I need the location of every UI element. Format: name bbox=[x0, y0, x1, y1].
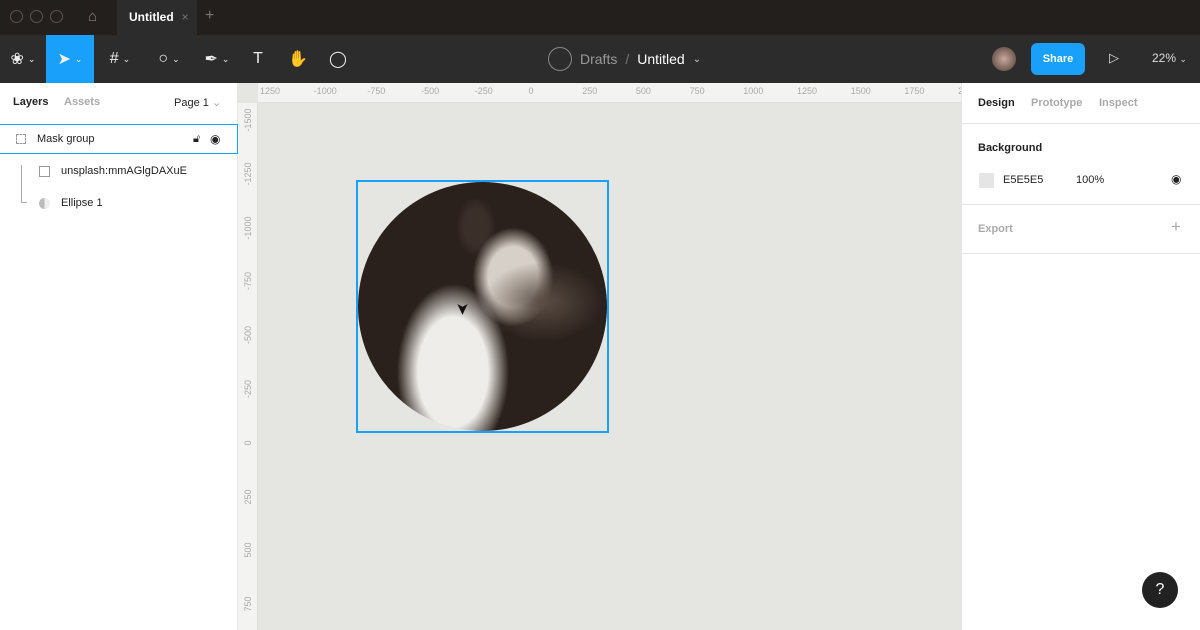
frame-icon: # bbox=[109, 50, 119, 67]
canvas[interactable]: 1250 -1000 -750 -500 -250 0 250 500 750 1000 1250 1… bbox=[238, 83, 963, 630]
maximize-window-button[interactable] bbox=[50, 10, 63, 23]
layer-ellipse[interactable]: Ellipse 1 bbox=[0, 188, 238, 218]
new-tab-icon[interactable]: + bbox=[205, 7, 214, 25]
layer-name: Ellipse 1 bbox=[61, 197, 103, 209]
minimize-window-button[interactable] bbox=[30, 10, 43, 23]
export-heading: Export bbox=[978, 223, 1013, 235]
help-button[interactable]: ? bbox=[1142, 572, 1178, 608]
file-name[interactable]: Untitled bbox=[637, 51, 684, 67]
file-tab[interactable]: Untitled × bbox=[117, 0, 197, 35]
unlock-icon[interactable]: 🔓︎ bbox=[193, 133, 200, 146]
layer-mask-group[interactable]: Mask group 🔓︎ ◉ bbox=[0, 124, 238, 154]
chevron-down-icon[interactable]: ⌄ bbox=[693, 54, 701, 65]
cursor-icon: ➤ bbox=[57, 51, 71, 68]
page-label: Page 1 bbox=[174, 97, 209, 109]
ruler-tick-label: -250 bbox=[474, 86, 493, 96]
add-export-icon[interactable]: + bbox=[1171, 217, 1181, 237]
ruler-tick-label: 500 bbox=[243, 542, 253, 558]
page-selector[interactable]: Page 1 ⌄ bbox=[174, 96, 221, 109]
title-bar: ⌂ Untitled × + bbox=[0, 0, 1200, 35]
tab-layers[interactable]: Layers bbox=[13, 96, 48, 108]
ruler-tick-label: 1250 bbox=[797, 86, 818, 96]
design-panel: Design Prototype Inspect Background E5E5… bbox=[961, 83, 1200, 630]
comment-tool-button[interactable]: ◯ bbox=[324, 35, 352, 83]
ellipse-icon: ○ bbox=[158, 50, 169, 67]
toolbar: ❀ ⌄ ➤ ⌄ # ⌄ ○ ⌄ ✒ ⌄ T ✋ ◯ Drafts / Untitled ⌄… bbox=[0, 35, 1200, 83]
close-tab-icon[interactable]: × bbox=[182, 10, 189, 24]
text-tool-button[interactable]: T bbox=[244, 35, 272, 83]
bg-opacity-input[interactable]: 100% bbox=[1076, 174, 1104, 186]
tab-assets[interactable]: Assets bbox=[64, 96, 100, 108]
mouse-cursor-icon: ➤ bbox=[454, 302, 472, 316]
zoom-level: 22% bbox=[1152, 51, 1177, 65]
bg-hex-input[interactable]: E5E5E5 bbox=[1003, 174, 1043, 186]
bg-color-swatch[interactable] bbox=[979, 173, 994, 188]
eye-icon[interactable]: ◉ bbox=[210, 132, 220, 146]
team-avatar-icon bbox=[548, 47, 572, 71]
ruler-tick-label: -1500 bbox=[243, 108, 253, 132]
shape-tool-button[interactable]: ○ ⌄ bbox=[148, 35, 190, 83]
home-icon[interactable]: ⌂ bbox=[88, 8, 97, 25]
hand-tool-button[interactable]: ✋ bbox=[284, 35, 312, 83]
tab-prototype[interactable]: Prototype bbox=[1031, 97, 1082, 109]
text-icon: T bbox=[253, 50, 263, 67]
figma-logo-icon: ❀ bbox=[10, 51, 24, 68]
ruler-tick-label: -1000 bbox=[243, 216, 253, 240]
ruler-tick-label: 1000 bbox=[743, 86, 764, 96]
mask-group-icon bbox=[16, 134, 26, 144]
ruler-tick-label: 0 bbox=[243, 440, 253, 446]
ruler-tick-label: 250 bbox=[243, 489, 253, 505]
ruler-tick-label: 750 bbox=[689, 86, 705, 96]
close-window-button[interactable] bbox=[10, 10, 23, 23]
zoom-menu[interactable]: 22% ⌄ bbox=[1152, 51, 1187, 65]
breadcrumb-drafts[interactable]: Drafts bbox=[580, 51, 617, 67]
present-play-icon[interactable]: ▷ bbox=[1109, 50, 1119, 66]
cat-photo-mask[interactable] bbox=[358, 182, 607, 431]
pen-tool-button[interactable]: ✒ ⌄ bbox=[196, 35, 238, 83]
user-avatar[interactable] bbox=[992, 47, 1016, 71]
ruler-tick-label: 250 bbox=[582, 86, 598, 96]
ruler-tick-label: -1000 bbox=[313, 86, 337, 96]
image-icon bbox=[39, 165, 50, 177]
ruler-tick-label: 1250 bbox=[260, 86, 281, 96]
comment-icon: ◯ bbox=[329, 51, 347, 68]
ruler-tick-label: 500 bbox=[635, 86, 651, 96]
ruler-tick-label: 1500 bbox=[850, 86, 871, 96]
tab-design[interactable]: Design bbox=[978, 97, 1015, 109]
ruler-tick-label: 750 bbox=[243, 596, 253, 612]
ruler-tick-label: 1750 bbox=[904, 86, 925, 96]
share-button[interactable]: Share bbox=[1031, 43, 1085, 75]
frame-tool-button[interactable]: # ⌄ bbox=[100, 35, 140, 83]
layer-image[interactable]: unsplash:mmAGlgDAXuE bbox=[0, 156, 238, 186]
ruler-tick-label: 0 bbox=[528, 86, 534, 96]
layer-name: unsplash:mmAGlgDAXuE bbox=[61, 165, 187, 177]
ruler-tick-label: -500 bbox=[421, 86, 440, 96]
breadcrumb-separator: / bbox=[625, 51, 630, 67]
chevron-down-icon: ⌄ bbox=[211, 97, 222, 109]
move-tool-button[interactable]: ➤ ⌄ bbox=[46, 35, 94, 83]
ruler-tick-label: -750 bbox=[367, 86, 386, 96]
ellipse-mask-icon bbox=[39, 197, 50, 209]
ruler-top: 1250 -1000 -750 -500 -250 0 250 500 750 1000 1250 1… bbox=[258, 83, 963, 103]
ruler-tick-label: -750 bbox=[243, 272, 253, 291]
pen-icon: ✒ bbox=[204, 51, 218, 68]
ruler-tick-label: -250 bbox=[243, 380, 253, 399]
ruler-left: -1500 -1250 -1000 -750 -500 -250 0 250 500 750 bbox=[238, 103, 258, 630]
chevron-down-icon: ⌄ bbox=[1179, 54, 1187, 64]
main-menu-button[interactable]: ❀ ⌄ bbox=[0, 35, 46, 83]
background-heading: Background bbox=[978, 142, 1043, 154]
ruler-tick-label: -1250 bbox=[243, 162, 253, 186]
tab-inspect[interactable]: Inspect bbox=[1099, 97, 1138, 109]
ruler-tick-label: -500 bbox=[243, 326, 253, 345]
layers-panel: Layers Assets Page 1 ⌄ Mask group 🔓︎ ◉ u… bbox=[0, 83, 238, 630]
layer-name: Mask group bbox=[37, 133, 95, 145]
eye-icon[interactable]: ◉ bbox=[1171, 172, 1181, 186]
tab-label: Untitled bbox=[129, 10, 174, 24]
hand-icon: ✋ bbox=[288, 51, 308, 68]
